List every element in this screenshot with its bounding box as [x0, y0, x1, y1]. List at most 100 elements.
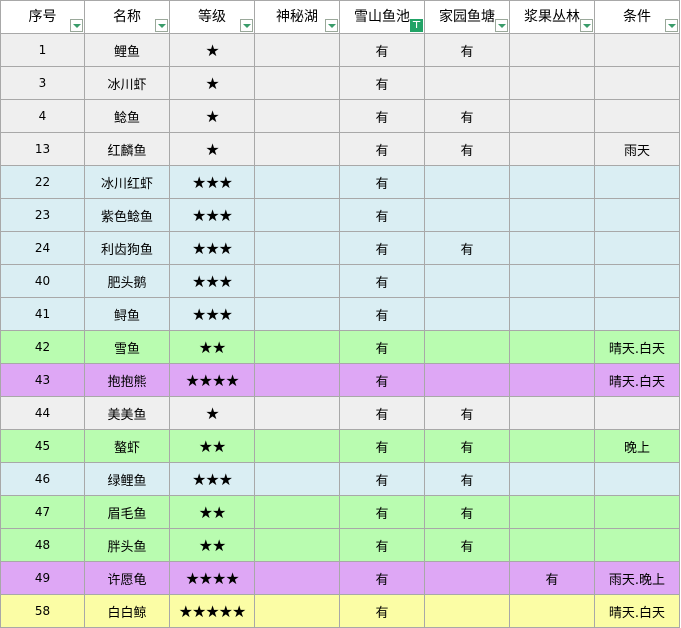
cell-berry-forest[interactable]	[509, 132, 595, 166]
cell-number[interactable]: 24	[0, 231, 85, 265]
cell-mystic-lake[interactable]	[254, 297, 340, 331]
cell-grade-stars[interactable]: ★★★	[169, 462, 255, 496]
cell-number[interactable]: 42	[0, 330, 85, 364]
cell-berry-forest[interactable]	[509, 99, 595, 133]
cell-snow-pond[interactable]: 有	[339, 165, 425, 199]
cell-home-pond[interactable]	[424, 330, 510, 364]
cell-snow-pond[interactable]: 有	[339, 33, 425, 67]
cell-grade-stars[interactable]: ★★★★	[169, 561, 255, 595]
cell-condition[interactable]	[594, 99, 680, 133]
cell-snow-pond[interactable]: 有	[339, 297, 425, 331]
cell-grade-stars[interactable]: ★★	[169, 528, 255, 562]
cell-condition[interactable]: 雨天	[594, 132, 680, 166]
filter-dropdown-icon[interactable]	[70, 19, 83, 32]
cell-snow-pond[interactable]: 有	[339, 429, 425, 463]
cell-berry-forest[interactable]	[509, 198, 595, 232]
cell-condition[interactable]: 雨天.晚上	[594, 561, 680, 595]
cell-home-pond[interactable]	[424, 297, 510, 331]
cell-snow-pond[interactable]: 有	[339, 396, 425, 430]
cell-condition[interactable]	[594, 198, 680, 232]
cell-condition[interactable]	[594, 33, 680, 67]
cell-snow-pond[interactable]: 有	[339, 198, 425, 232]
filter-dropdown-icon[interactable]	[155, 19, 168, 32]
cell-name[interactable]: 紫色鲶鱼	[84, 198, 170, 232]
cell-mystic-lake[interactable]	[254, 429, 340, 463]
cell-snow-pond[interactable]: 有	[339, 231, 425, 265]
cell-grade-stars[interactable]: ★★★	[169, 198, 255, 232]
cell-grade-stars[interactable]: ★	[169, 132, 255, 166]
cell-condition[interactable]	[594, 231, 680, 265]
cell-home-pond[interactable]: 有	[424, 495, 510, 529]
cell-home-pond[interactable]: 有	[424, 132, 510, 166]
cell-mystic-lake[interactable]	[254, 462, 340, 496]
cell-number[interactable]: 13	[0, 132, 85, 166]
cell-condition[interactable]	[594, 528, 680, 562]
cell-condition[interactable]	[594, 165, 680, 199]
cell-grade-stars[interactable]: ★★★★★	[169, 594, 255, 628]
cell-home-pond[interactable]	[424, 363, 510, 397]
cell-number[interactable]: 47	[0, 495, 85, 529]
cell-mystic-lake[interactable]	[254, 264, 340, 298]
cell-snow-pond[interactable]: 有	[339, 594, 425, 628]
cell-berry-forest[interactable]	[509, 264, 595, 298]
cell-condition[interactable]	[594, 495, 680, 529]
cell-name[interactable]: 冰川虾	[84, 66, 170, 100]
cell-number[interactable]: 41	[0, 297, 85, 331]
filter-dropdown-icon[interactable]	[580, 19, 593, 32]
cell-name[interactable]: 鲤鱼	[84, 33, 170, 67]
cell-number[interactable]: 44	[0, 396, 85, 430]
col-header-number[interactable]: 序号	[0, 0, 85, 34]
cell-snow-pond[interactable]: 有	[339, 99, 425, 133]
cell-name[interactable]: 鲶鱼	[84, 99, 170, 133]
cell-number[interactable]: 58	[0, 594, 85, 628]
cell-grade-stars[interactable]: ★★	[169, 495, 255, 529]
cell-berry-forest[interactable]	[509, 495, 595, 529]
cell-number[interactable]: 48	[0, 528, 85, 562]
cell-home-pond[interactable]: 有	[424, 528, 510, 562]
cell-number[interactable]: 46	[0, 462, 85, 496]
col-header-grade[interactable]: 等级	[169, 0, 255, 34]
cell-mystic-lake[interactable]	[254, 198, 340, 232]
filter-dropdown-icon[interactable]	[665, 19, 678, 32]
col-header-home-pond[interactable]: 家园鱼塘	[424, 0, 510, 34]
cell-condition[interactable]: 晴天.白天	[594, 330, 680, 364]
cell-number[interactable]: 45	[0, 429, 85, 463]
cell-grade-stars[interactable]: ★	[169, 99, 255, 133]
cell-home-pond[interactable]	[424, 165, 510, 199]
filter-dropdown-icon[interactable]	[325, 19, 338, 32]
cell-condition[interactable]	[594, 297, 680, 331]
cell-snow-pond[interactable]: 有	[339, 330, 425, 364]
cell-condition[interactable]: 晚上	[594, 429, 680, 463]
cell-home-pond[interactable]: 有	[424, 231, 510, 265]
cell-grade-stars[interactable]: ★	[169, 33, 255, 67]
cell-name[interactable]: 白白鲸	[84, 594, 170, 628]
cell-berry-forest[interactable]	[509, 594, 595, 628]
cell-number[interactable]: 40	[0, 264, 85, 298]
cell-snow-pond[interactable]: 有	[339, 495, 425, 529]
cell-name[interactable]: 许愿龟	[84, 561, 170, 595]
cell-berry-forest[interactable]	[509, 462, 595, 496]
cell-number[interactable]: 22	[0, 165, 85, 199]
cell-name[interactable]: 利齿狗鱼	[84, 231, 170, 265]
cell-condition[interactable]	[594, 264, 680, 298]
cell-mystic-lake[interactable]	[254, 231, 340, 265]
cell-home-pond[interactable]: 有	[424, 99, 510, 133]
cell-berry-forest[interactable]	[509, 429, 595, 463]
cell-grade-stars[interactable]: ★	[169, 396, 255, 430]
cell-snow-pond[interactable]: 有	[339, 528, 425, 562]
col-header-snow-pond[interactable]: 雪山鱼池 ⊤	[339, 0, 425, 34]
cell-number[interactable]: 43	[0, 363, 85, 397]
cell-name[interactable]: 肥头鹅	[84, 264, 170, 298]
cell-home-pond[interactable]	[424, 594, 510, 628]
cell-snow-pond[interactable]: 有	[339, 66, 425, 100]
cell-condition[interactable]: 晴天.白天	[594, 594, 680, 628]
cell-mystic-lake[interactable]	[254, 561, 340, 595]
cell-home-pond[interactable]: 有	[424, 396, 510, 430]
cell-home-pond[interactable]	[424, 198, 510, 232]
cell-home-pond[interactable]	[424, 561, 510, 595]
cell-name[interactable]: 冰川红虾	[84, 165, 170, 199]
cell-snow-pond[interactable]: 有	[339, 363, 425, 397]
cell-number[interactable]: 3	[0, 66, 85, 100]
cell-mystic-lake[interactable]	[254, 66, 340, 100]
cell-berry-forest[interactable]	[509, 66, 595, 100]
